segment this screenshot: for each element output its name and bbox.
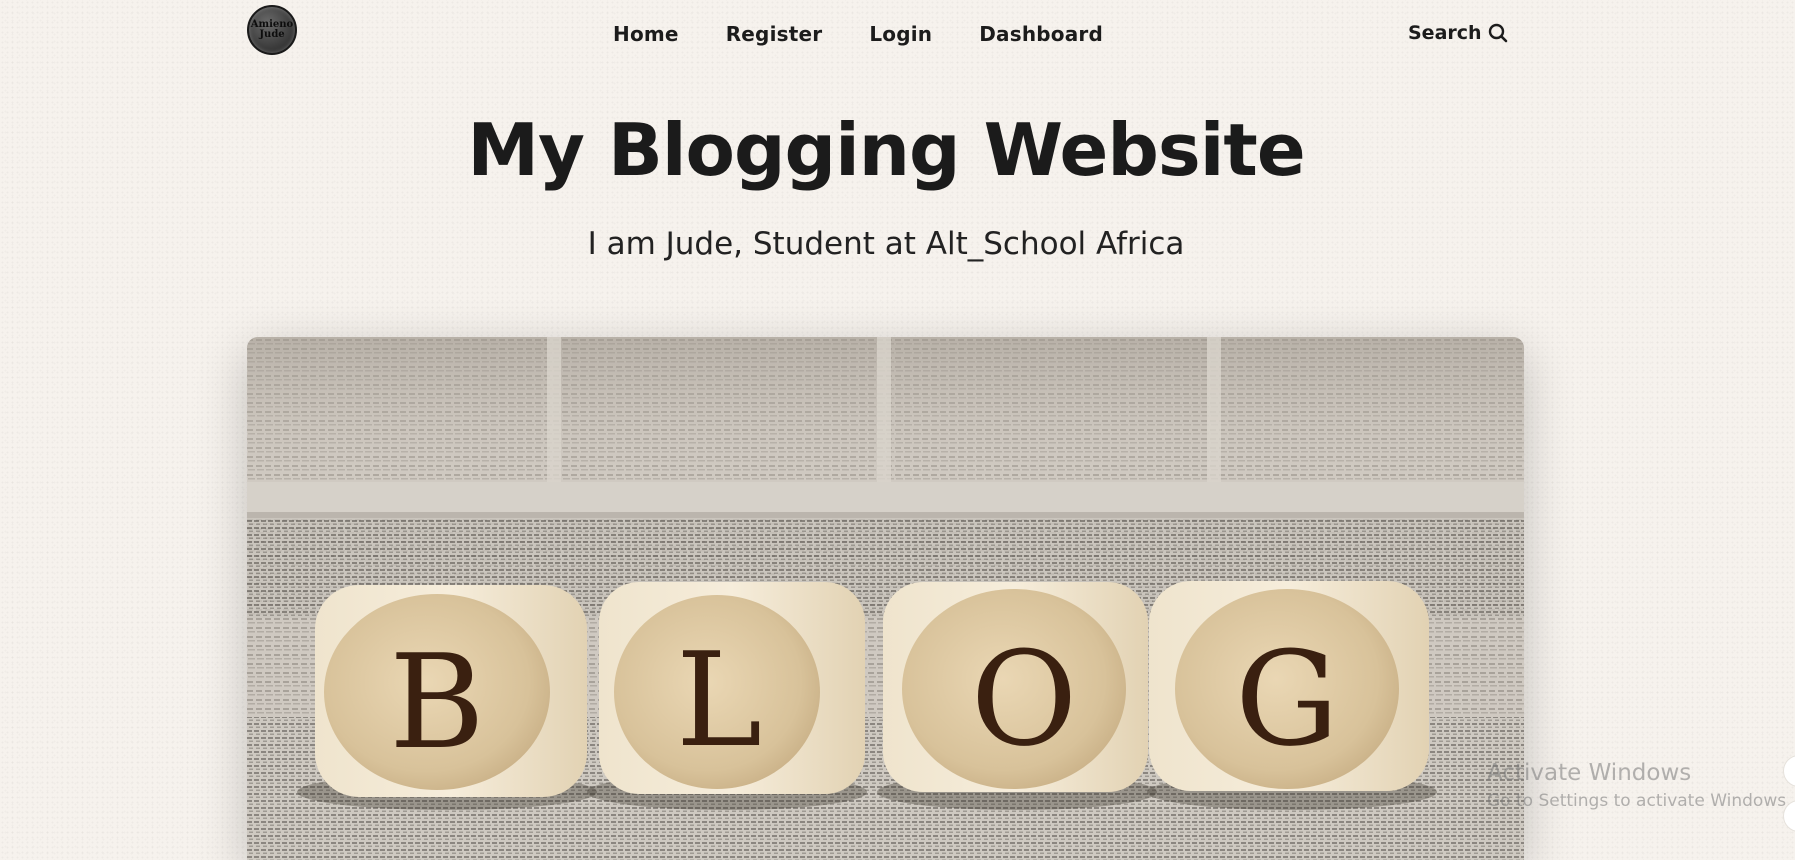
svg-text:O: O (971, 623, 1078, 775)
edge-circle-decoration (1783, 800, 1795, 832)
search-icon (1488, 23, 1508, 43)
logo-text-line2: Jude (259, 29, 285, 40)
nav-link-home[interactable]: Home (613, 22, 679, 46)
search-label: Search (1408, 22, 1482, 44)
nav-link-dashboard[interactable]: Dashboard (979, 22, 1103, 46)
activate-windows-watermark: Activate Windows Go to Settings to activ… (1487, 758, 1792, 812)
die-l: L (599, 582, 865, 794)
edge-circle-decoration (1783, 755, 1795, 787)
svg-text:L: L (676, 624, 762, 776)
site-logo[interactable]: Amieno Jude (247, 5, 297, 55)
die-g: G (1149, 581, 1429, 791)
nav-link-login[interactable]: Login (869, 22, 932, 46)
nav-link-register[interactable]: Register (726, 22, 823, 46)
page-title: My Blogging Website (467, 108, 1305, 192)
search-button[interactable]: Search (1408, 22, 1508, 44)
svg-text:G: G (1235, 623, 1339, 775)
watermark-subtitle: Go to Settings to activate Windows. (1487, 791, 1792, 811)
svg-text:B: B (389, 626, 485, 778)
die-o: O (883, 582, 1148, 792)
main-nav: Home Register Login Dashboard (613, 22, 1103, 46)
die-b: B (315, 585, 587, 797)
watermark-title: Activate Windows (1487, 760, 1692, 786)
page-subtitle: I am Jude, Student at Alt_School Africa (587, 226, 1185, 262)
hero-banner-image: B L O G (247, 337, 1524, 860)
